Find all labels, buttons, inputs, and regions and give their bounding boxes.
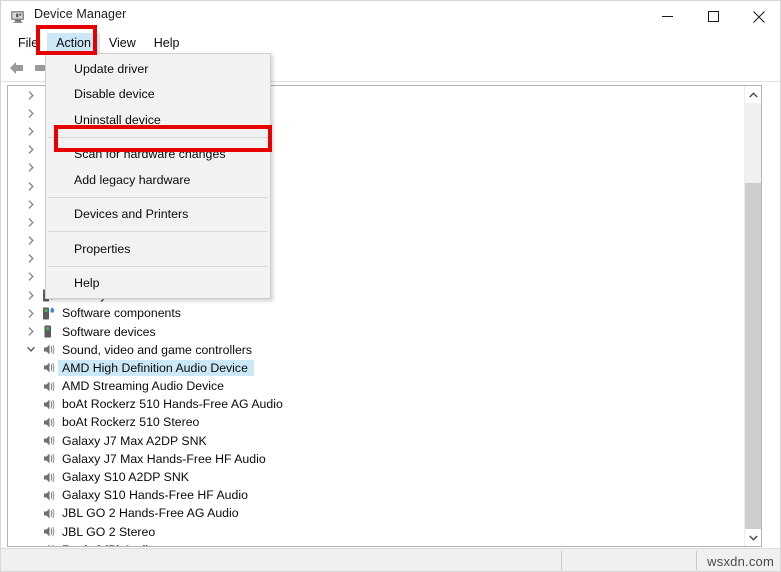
chevron-right-icon[interactable]: [22, 272, 39, 282]
speaker-icon: [39, 433, 58, 448]
tree-row[interactable]: Software components: [8, 304, 744, 322]
menu-separator: [48, 265, 268, 267]
watermark: wsxdn.com: [707, 554, 774, 569]
speaker-icon: [39, 397, 58, 412]
menu-item-help[interactable]: Help: [46, 271, 270, 297]
back-arrow-icon[interactable]: [7, 59, 27, 77]
maximize-icon[interactable]: [690, 1, 736, 32]
device-manager-window: Device Manager File Action View Help Sof…: [0, 0, 781, 572]
menu-item-properties[interactable]: Properties: [46, 236, 270, 262]
speaker-icon: [39, 542, 58, 546]
chevron-right-icon[interactable]: [22, 163, 39, 173]
menu-item-add-legacy-hardware[interactable]: Add legacy hardware: [46, 167, 270, 193]
tree-row-label: Galaxy J7 Max Hands-Free HF Audio: [62, 451, 266, 466]
scrollbar-track[interactable]: [745, 183, 761, 529]
tree-row[interactable]: Galaxy S10 A2DP SNK: [8, 468, 744, 486]
menu-item-disable-device[interactable]: Disable device: [46, 82, 270, 108]
tree-row-label: AMD Streaming Audio Device: [62, 379, 224, 394]
window-title: Device Manager: [34, 7, 127, 21]
chevron-down-icon[interactable]: [22, 345, 39, 354]
title-bar: Device Manager: [1, 1, 780, 33]
window-controls: [644, 1, 780, 32]
chevron-right-icon[interactable]: [22, 90, 39, 100]
tree-row-label: JBL GO 2 Stereo: [62, 524, 156, 539]
speaker-icon: [39, 524, 58, 539]
tree-row-label: Sound, video and game controllers: [62, 342, 253, 357]
tree-row[interactable]: Galaxy S10 Hands-Free HF Audio: [8, 486, 744, 504]
vertical-scrollbar[interactable]: [744, 86, 761, 546]
speaker-icon: [39, 506, 58, 521]
menu-item-uninstall-device[interactable]: Uninstall device: [46, 107, 270, 133]
software-device-icon: [39, 324, 58, 339]
chevron-right-icon[interactable]: [22, 181, 39, 191]
device-manager-icon: [10, 8, 27, 25]
chevron-right-icon[interactable]: [22, 218, 39, 227]
chevron-right-icon[interactable]: [22, 127, 39, 136]
software-component-icon: [39, 306, 58, 321]
tree-row[interactable]: Realtek(R) Audio: [8, 541, 744, 546]
tree-row-label: Software components: [62, 306, 181, 321]
chevron-right-icon[interactable]: [22, 145, 39, 154]
menu-view[interactable]: View: [100, 33, 145, 54]
chevron-right-icon[interactable]: [22, 254, 39, 263]
tree-row[interactable]: Sound, video and game controllers: [8, 341, 744, 359]
menu-bar: File Action View Help: [1, 32, 780, 55]
menu-help[interactable]: Help: [145, 33, 189, 54]
tree-row-label: Realtek(R) Audio: [58, 542, 161, 546]
tree-row[interactable]: AMD High Definition Audio Device: [8, 359, 744, 377]
chevron-down-icon[interactable]: [745, 529, 761, 546]
status-separator-2: [696, 551, 697, 570]
speaker-icon: [39, 379, 58, 394]
menu-item-update-driver[interactable]: Update driver: [46, 56, 270, 82]
tree-row[interactable]: boAt Rockerz 510 Stereo: [8, 413, 744, 431]
speaker-icon: [39, 342, 58, 357]
menu-separator: [48, 196, 268, 198]
menu-action[interactable]: Action: [47, 33, 100, 54]
tree-row[interactable]: Galaxy J7 Max A2DP SNK: [8, 432, 744, 450]
speaker-icon: [39, 470, 58, 485]
chevron-up-icon[interactable]: [745, 86, 761, 103]
tree-row-label: Software devices: [62, 324, 156, 339]
menu-item-devices-and-printers[interactable]: Devices and Printers: [46, 202, 270, 228]
speaker-icon: [39, 360, 58, 375]
speaker-icon: [39, 415, 58, 430]
scrollbar-thumb[interactable]: [745, 103, 761, 183]
close-icon[interactable]: [736, 1, 780, 32]
tree-row[interactable]: boAt Rockerz 510 Hands-Free AG Audio: [8, 395, 744, 413]
tree-row[interactable]: Software devices: [8, 322, 744, 340]
status-bar: wsxdn.com: [1, 548, 780, 571]
tree-row-label: JBL GO 2 Hands-Free AG Audio: [62, 506, 239, 521]
tree-row-label: boAt Rockerz 510 Hands-Free AG Audio: [62, 397, 283, 412]
speaker-icon: [39, 488, 58, 503]
chevron-right-icon[interactable]: [22, 109, 39, 118]
tree-row-label: Galaxy J7 Max A2DP SNK: [62, 433, 207, 448]
tree-row-label: AMD High Definition Audio Device: [58, 359, 254, 376]
chevron-right-icon[interactable]: [22, 309, 39, 318]
action-dropdown-menu: Update driver Disable device Uninstall dev…: [45, 53, 271, 299]
device-tree-rows: Security devicesSoftware componentsSoftw…: [8, 286, 744, 546]
minimize-icon[interactable]: [644, 1, 690, 32]
menu-file[interactable]: File: [9, 33, 47, 54]
chevron-right-icon[interactable]: [22, 200, 39, 209]
menu-separator: [48, 231, 268, 232]
speaker-icon: [39, 451, 58, 466]
tree-row[interactable]: JBL GO 2 Hands-Free AG Audio: [8, 504, 744, 522]
chevron-right-icon[interactable]: [22, 327, 39, 336]
tree-row[interactable]: JBL GO 2 Stereo: [8, 523, 744, 541]
chevron-right-icon[interactable]: [22, 290, 39, 300]
tree-row-label: Galaxy S10 Hands-Free HF Audio: [62, 488, 248, 503]
tree-row[interactable]: AMD Streaming Audio Device: [8, 377, 744, 395]
tree-row[interactable]: Galaxy J7 Max Hands-Free HF Audio: [8, 450, 744, 468]
status-separator-1: [561, 551, 562, 570]
chevron-right-icon[interactable]: [22, 236, 39, 245]
tree-row-label: Galaxy S10 A2DP SNK: [62, 470, 189, 485]
menu-separator: [48, 136, 268, 138]
menu-item-scan-for-hardware-changes[interactable]: Scan for hardware changes: [46, 142, 270, 168]
tree-row-label: boAt Rockerz 510 Stereo: [62, 415, 200, 430]
